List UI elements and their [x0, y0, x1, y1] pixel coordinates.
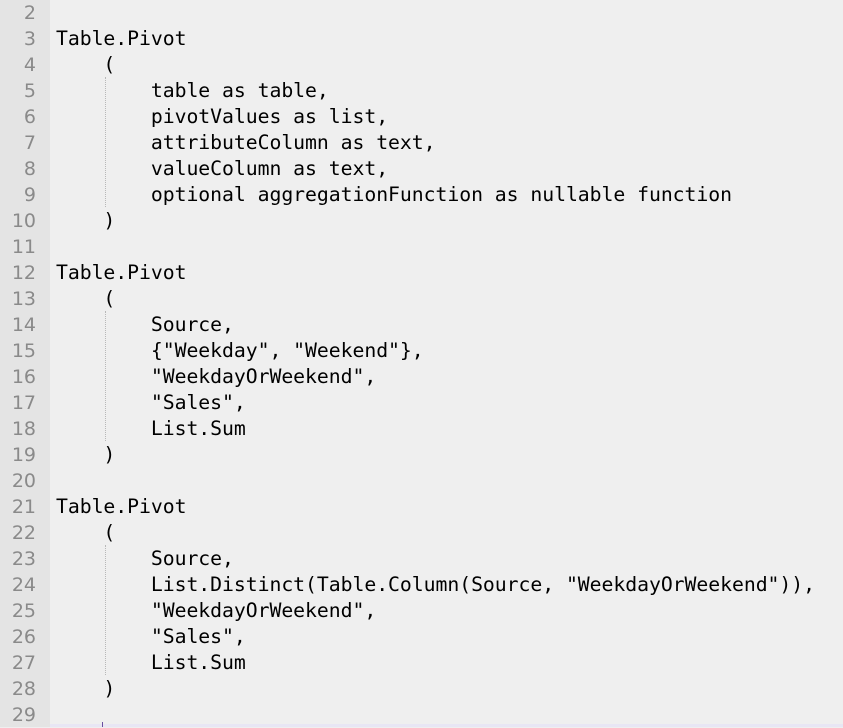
code-line[interactable]: 28 ): [0, 676, 843, 702]
line-number: 29: [11, 704, 36, 726]
line-number: 22: [11, 522, 36, 544]
line-number: 11: [11, 236, 36, 258]
line-text: {"Weekday", "Weekend"},: [56, 339, 424, 362]
code-line[interactable]: 4 (: [0, 52, 843, 78]
line-text: (: [56, 53, 116, 76]
line-number: 25: [11, 600, 36, 622]
line-text: List.Distinct(Table.Column(Source, "Week…: [56, 573, 815, 596]
line-number: 13: [11, 288, 36, 310]
line-text: (: [56, 287, 116, 310]
line-text: (: [56, 521, 116, 544]
line-text: "WeekdayOrWeekend",: [56, 599, 377, 622]
code-line[interactable]: 8 valueColumn as text,: [0, 156, 843, 182]
line-number: 4: [23, 54, 36, 76]
code-line[interactable]: 26 "Sales",: [0, 624, 843, 650]
line-number: 2: [23, 2, 36, 24]
code-line[interactable]: 9 optional aggregationFunction as nullab…: [0, 182, 843, 208]
line-number: 18: [11, 418, 36, 440]
line-number: 21: [11, 496, 36, 518]
code-line[interactable]: 18 List.Sum: [0, 416, 843, 442]
line-text: "Sales",: [56, 391, 246, 414]
line-number: 9: [23, 184, 36, 206]
line-text: "Sales",: [56, 625, 246, 648]
line-number: 3: [23, 28, 36, 50]
code-line[interactable]: 7 attributeColumn as text,: [0, 130, 843, 156]
line-number: 26: [11, 626, 36, 648]
line-number: 19: [11, 444, 36, 466]
code-editor[interactable]: 2 3 Table.Pivot 4 ( 5 table as table, 6 p…: [0, 0, 843, 727]
line-text: List.Sum: [56, 417, 246, 440]
code-line[interactable]: 10 ): [0, 208, 843, 234]
code-line[interactable]: 17 "Sales",: [0, 390, 843, 416]
code-line[interactable]: 3 Table.Pivot: [0, 26, 843, 52]
code-line[interactable]: 6 pivotValues as list,: [0, 104, 843, 130]
code-line[interactable]: 16 "WeekdayOrWeekend",: [0, 364, 843, 390]
code-line[interactable]: 13 (: [0, 286, 843, 312]
text-caret: [102, 722, 103, 727]
line-number: 17: [11, 392, 36, 414]
code-line[interactable]: 24 List.Distinct(Table.Column(Source, "W…: [0, 572, 843, 598]
line-number: 12: [11, 262, 36, 284]
code-line[interactable]: 2: [0, 0, 843, 26]
line-number: 28: [11, 678, 36, 700]
line-number: 6: [23, 106, 36, 128]
line-number: 23: [11, 548, 36, 570]
code-line[interactable]: 19 ): [0, 442, 843, 468]
line-number: 7: [23, 132, 36, 154]
line-text: attributeColumn as text,: [56, 131, 436, 154]
line-number: 20: [11, 470, 36, 492]
line-text: Table.Pivot: [56, 495, 187, 518]
code-line[interactable]: 27 List.Sum: [0, 650, 843, 676]
code-line[interactable]: 11: [0, 234, 843, 260]
line-text: pivotValues as list,: [56, 105, 389, 128]
code-line[interactable]: 5 table as table,: [0, 78, 843, 104]
code-line[interactable]: 12 Table.Pivot: [0, 260, 843, 286]
line-number: 27: [11, 652, 36, 674]
line-number: 24: [11, 574, 36, 596]
line-number: 16: [11, 366, 36, 388]
line-text: valueColumn as text,: [56, 157, 389, 180]
code-line[interactable]: 20: [0, 468, 843, 494]
line-text: "WeekdayOrWeekend",: [56, 365, 377, 388]
line-number: 8: [23, 158, 36, 180]
line-text: ): [56, 443, 116, 466]
line-text: table as table,: [56, 79, 329, 102]
line-number: 10: [11, 210, 36, 232]
line-text: Table.Pivot: [56, 27, 187, 50]
code-line[interactable]: 15 {"Weekday", "Weekend"},: [0, 338, 843, 364]
line-text: optional aggregationFunction as nullable…: [56, 183, 732, 206]
code-line[interactable]: 14 Source,: [0, 312, 843, 338]
line-number: 15: [11, 340, 36, 362]
line-text: Source,: [56, 313, 234, 336]
line-text: Source,: [56, 547, 234, 570]
line-text: ): [56, 677, 116, 700]
line-number: 5: [23, 80, 36, 102]
line-text: Table.Pivot: [56, 261, 187, 284]
line-text: List.Sum: [56, 651, 246, 674]
code-line[interactable]: 22 (: [0, 520, 843, 546]
line-text: ): [56, 209, 116, 232]
code-line[interactable]: 21 Table.Pivot: [0, 494, 843, 520]
line-number: 14: [11, 314, 36, 336]
code-line[interactable]: 23 Source,: [0, 546, 843, 572]
code-line[interactable]: 25 "WeekdayOrWeekend",: [0, 598, 843, 624]
